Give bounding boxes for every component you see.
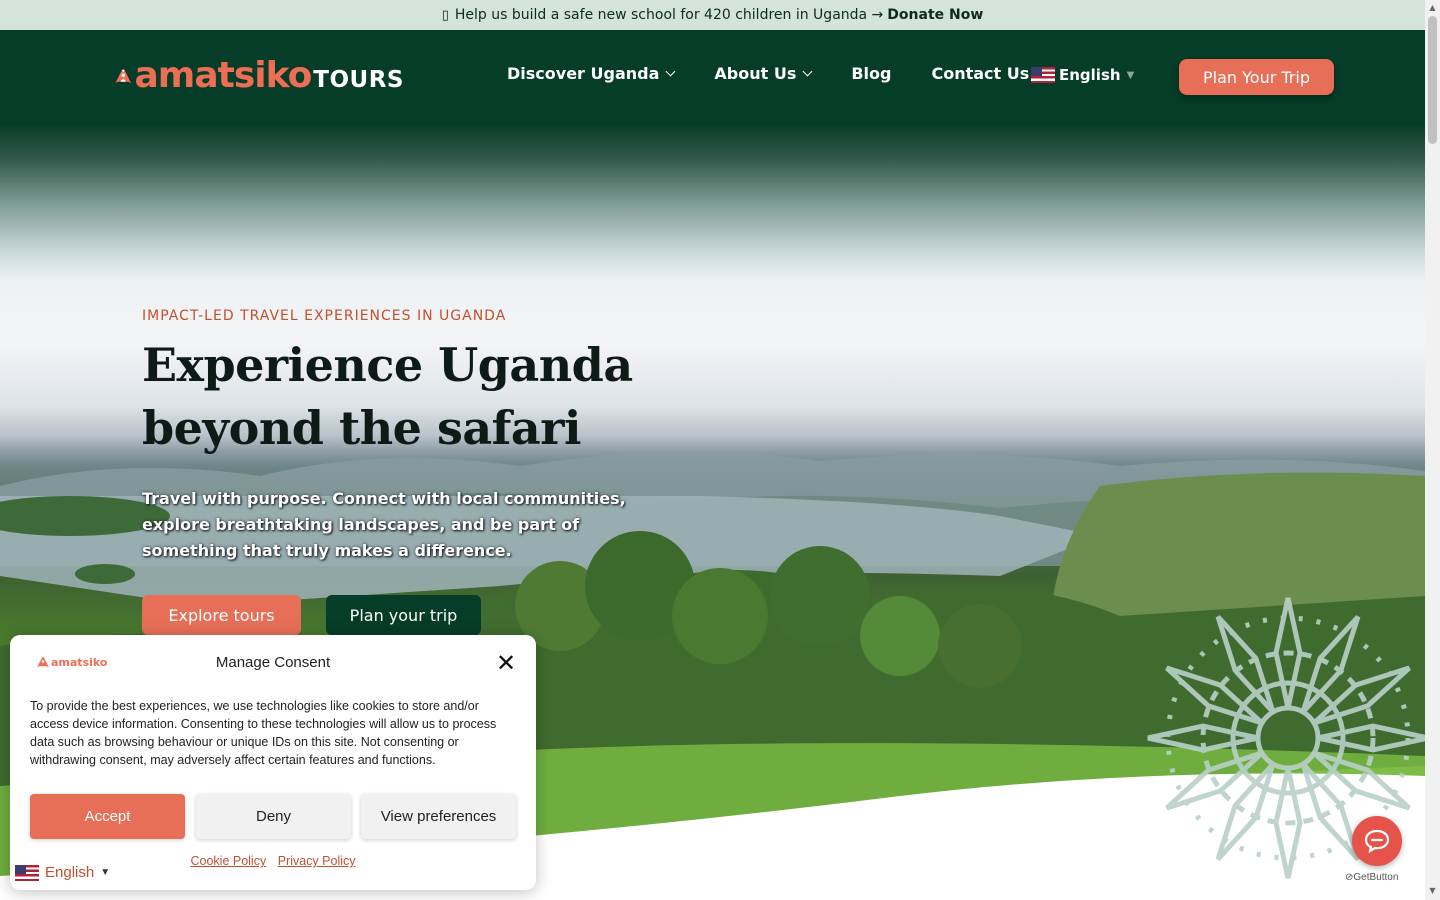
view-preferences-button[interactable]: View preferences bbox=[361, 794, 516, 839]
consent-body: To provide the best experiences, we use … bbox=[30, 699, 497, 767]
nav-discover-uganda[interactable]: Discover Uganda bbox=[507, 64, 676, 83]
hero-eyebrow: IMPACT-LED TRAVEL EXPERIENCES IN UGANDA bbox=[142, 308, 507, 324]
consent-title: Manage Consent bbox=[215, 654, 331, 671]
chat-button[interactable] bbox=[1352, 816, 1402, 866]
scroll-thumb[interactable] bbox=[1428, 16, 1437, 144]
main-nav: Discover Uganda About Us Blog Contact Us bbox=[507, 64, 1029, 83]
deny-button[interactable]: Deny bbox=[196, 794, 351, 839]
logo-mark-icon bbox=[115, 69, 132, 84]
plan-your-trip-button[interactable]: Plan Your Trip bbox=[1179, 59, 1334, 95]
chat-bubble-icon bbox=[1364, 829, 1390, 853]
chevron-down-icon bbox=[665, 66, 676, 77]
hero-headline-line2: beyond the safari bbox=[142, 401, 581, 455]
nav-blog[interactable]: Blog bbox=[851, 64, 891, 83]
announcement-text: Help us build a safe new school for 420 … bbox=[454, 7, 884, 23]
announcement-bar: ▯ Help us build a safe new school for 42… bbox=[0, 0, 1425, 30]
plan-your-trip-hero-button[interactable]: Plan your trip bbox=[326, 595, 481, 635]
privacy-policy-link[interactable]: Privacy Policy bbox=[278, 854, 356, 868]
close-icon[interactable]: ✕ bbox=[496, 651, 516, 675]
nav-label: Blog bbox=[851, 64, 892, 83]
nav-contact-us[interactable]: Contact Us bbox=[931, 64, 1029, 83]
nav-label: Contact Us bbox=[931, 64, 1030, 83]
nav-label: Discover Uganda bbox=[507, 64, 660, 83]
accept-button[interactable]: Accept bbox=[30, 794, 185, 839]
getbutton-badge[interactable]: ⊘GetButton bbox=[1345, 872, 1398, 883]
cookie-policy-link[interactable]: Cookie Policy bbox=[190, 854, 266, 868]
hero-headline: Experience Uganda beyond the safari bbox=[142, 334, 742, 460]
language-switcher-header[interactable]: English ▼ bbox=[1031, 66, 1134, 84]
us-flag-icon bbox=[1031, 67, 1055, 83]
language-label: English bbox=[1059, 66, 1121, 84]
logo-wordmark: amatsiko bbox=[134, 55, 313, 96]
donate-now-link[interactable]: Donate Now bbox=[887, 7, 983, 23]
nav-label: About Us bbox=[714, 64, 797, 83]
explore-tours-button[interactable]: Explore tours bbox=[142, 595, 301, 635]
nav-about-us[interactable]: About Us bbox=[714, 64, 813, 83]
dropdown-arrow-icon: ▼ bbox=[100, 867, 111, 878]
site-logo[interactable]: amatsiko TOURS bbox=[114, 52, 404, 100]
logo-tours-text: TOURS bbox=[313, 67, 404, 93]
language-switcher-bottom[interactable]: English ▼ bbox=[15, 864, 110, 881]
chevron-down-icon bbox=[802, 66, 813, 77]
cookie-consent-dialog: amatsiko Manage Consent ✕ To provide the… bbox=[10, 635, 536, 890]
pin-icon: ▯ bbox=[441, 7, 449, 23]
page-scrollbar[interactable]: ▲ ▼ bbox=[1425, 0, 1440, 900]
us-flag-icon bbox=[15, 864, 39, 881]
scroll-down-icon[interactable]: ▼ bbox=[1428, 886, 1437, 895]
scroll-up-icon[interactable]: ▲ bbox=[1428, 3, 1437, 12]
dropdown-arrow-icon: ▼ bbox=[1126, 69, 1135, 81]
hero-headline-line1: Experience Uganda bbox=[142, 338, 633, 392]
site-header: amatsiko TOURS Discover Uganda About Us … bbox=[0, 30, 1425, 126]
hero-subtext: Travel with purpose. Connect with local … bbox=[142, 489, 626, 560]
language-label: English bbox=[45, 864, 95, 881]
